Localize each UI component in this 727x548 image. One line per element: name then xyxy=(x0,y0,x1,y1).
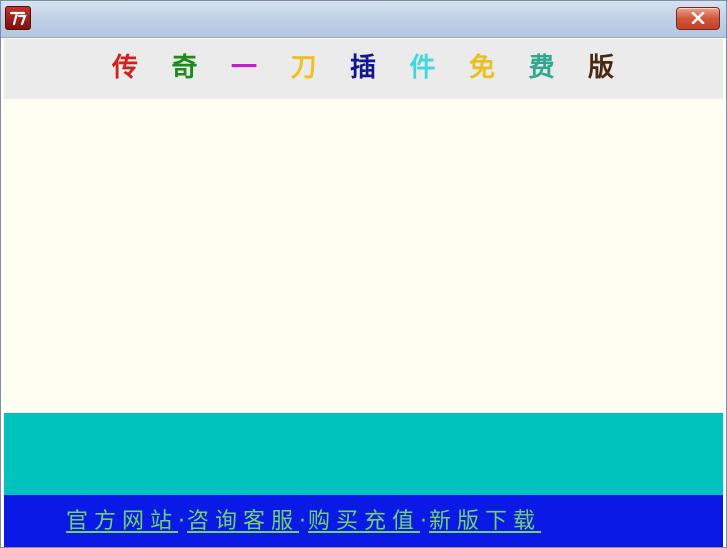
footer-link[interactable]: 咨询客服 xyxy=(187,507,299,537)
app-logo-icon[interactable] xyxy=(5,6,31,30)
status-panel xyxy=(4,413,723,495)
title-char: 一 xyxy=(231,53,258,83)
title-char: 插 xyxy=(350,53,377,83)
close-button[interactable] xyxy=(676,7,720,30)
footer-link[interactable]: 新版下载 xyxy=(429,507,541,537)
content-area xyxy=(4,99,723,413)
title-char: 传 xyxy=(112,53,139,83)
footer-link-bar: 官方网站 · 咨询客服 · 购买充值 · 新版下载 xyxy=(4,495,723,547)
title-char: 刀 xyxy=(290,53,317,83)
link-separator: · xyxy=(178,509,186,534)
title-char: 件 xyxy=(409,53,436,83)
footer-link[interactable]: 购买充值 xyxy=(308,507,420,537)
app-title: 传奇一刀插件免费版 xyxy=(112,51,648,85)
close-icon xyxy=(691,12,705,24)
title-char: 免 xyxy=(469,53,496,83)
link-separator: · xyxy=(420,509,428,534)
link-separator: · xyxy=(299,509,307,534)
app-window: 传奇一刀插件免费版 官方网站 · 咨询客服 · 购买充值 · 新版下载 xyxy=(0,0,727,548)
title-bar[interactable] xyxy=(1,1,726,38)
header-banner: 传奇一刀插件免费版 xyxy=(4,39,723,99)
footer-links: 官方网站 · 咨询客服 · 购买充值 · 新版下载 xyxy=(66,507,541,537)
title-char: 奇 xyxy=(171,53,198,83)
title-char: 版 xyxy=(588,53,615,83)
title-char: 费 xyxy=(528,53,555,83)
footer-link[interactable]: 官方网站 xyxy=(66,507,178,537)
